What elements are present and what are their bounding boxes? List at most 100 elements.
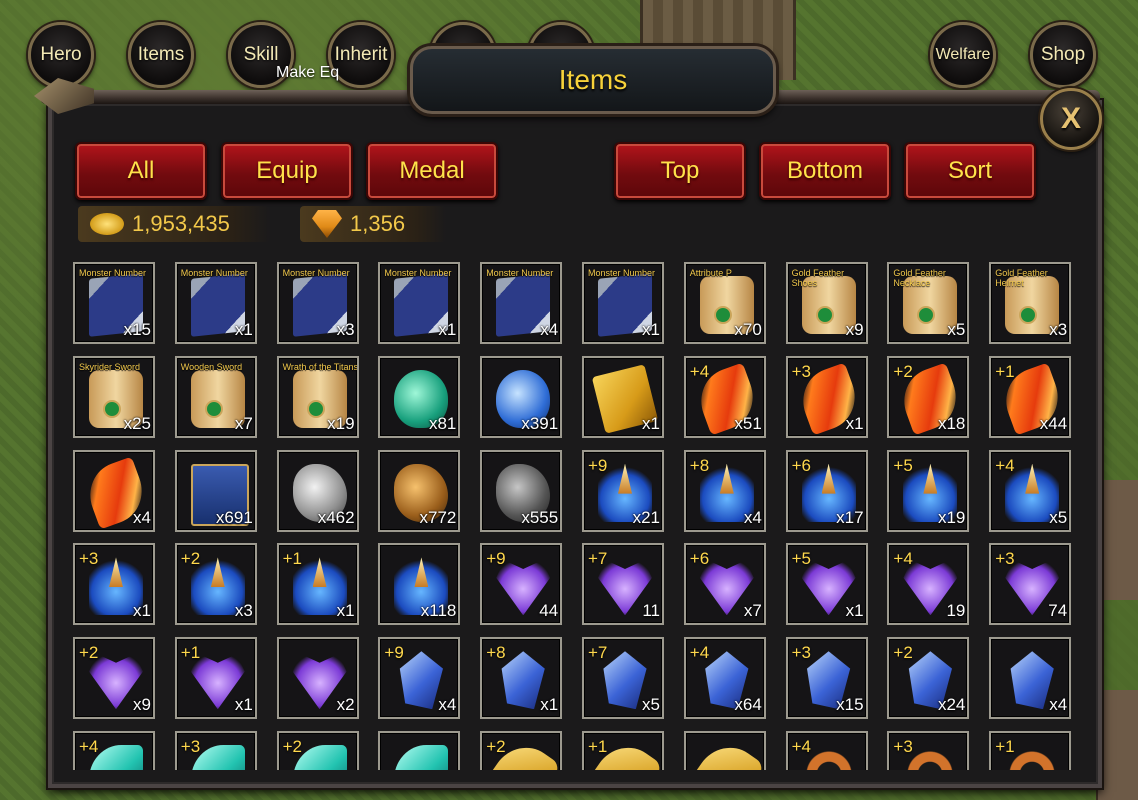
nav-inherit-label: Inherit: [334, 44, 388, 65]
bottom-button[interactable]: Bottom: [759, 142, 891, 200]
item-level: +4: [79, 737, 99, 756]
item-slot[interactable]: Gold Feather Shoes x9: [785, 262, 868, 344]
item-slot[interactable]: Monster Number x4: [480, 262, 563, 344]
item-slot[interactable]: +7 x5: [582, 637, 664, 720]
item-slot[interactable]: Wrath of the Titans x19: [276, 355, 359, 438]
bottom-label: Bottom: [786, 157, 864, 184]
item-slot[interactable]: +1: [989, 731, 1072, 770]
item-slot[interactable]: Gold Feather Necklace x5: [887, 262, 970, 344]
item-slot[interactable]: x81: [378, 355, 461, 438]
item-slot[interactable]: +3 74: [989, 543, 1072, 626]
item-slot[interactable]: +4 x5: [989, 449, 1072, 532]
filter-medal-button[interactable]: Medal: [366, 142, 498, 200]
item-slot[interactable]: +8 x4: [683, 449, 766, 532]
item-slot[interactable]: Skyrider Sword x25: [73, 355, 155, 438]
item-slot[interactable]: x4: [989, 637, 1072, 720]
item-slot[interactable]: +1 x1: [276, 543, 359, 626]
item-slot[interactable]: [683, 731, 766, 770]
item-level: +2: [486, 737, 506, 756]
item-slot[interactable]: x1: [582, 355, 664, 438]
item-slot[interactable]: +2: [480, 731, 563, 770]
gold-coin-icon: [90, 213, 124, 235]
item-slot[interactable]: +4: [73, 731, 155, 770]
nav-shop-button[interactable]: Shop: [1030, 22, 1096, 88]
item-slot[interactable]: +3 x1: [73, 543, 155, 626]
sort-button[interactable]: Sort: [904, 142, 1036, 200]
item-slot[interactable]: +3 x15: [785, 637, 868, 720]
nav-items-button[interactable]: Items: [128, 22, 194, 88]
item-slot[interactable]: Wooden Sword x7: [174, 355, 257, 438]
item-name: Monster Number: [180, 268, 248, 278]
item-slot[interactable]: +4 x51: [683, 355, 766, 438]
top-button[interactable]: Top: [614, 142, 746, 200]
item-slot[interactable]: +2: [276, 731, 359, 770]
item-slot[interactable]: +1: [582, 731, 664, 770]
item-slot[interactable]: +4 x64: [683, 637, 766, 720]
nav-hero-button[interactable]: Hero: [28, 22, 94, 88]
close-button[interactable]: X: [1040, 88, 1102, 150]
item-slot[interactable]: +3 x1: [785, 355, 868, 438]
item-slot[interactable]: Monster Number x1: [378, 262, 461, 344]
item-slot[interactable]: x4: [73, 449, 155, 532]
item-slot[interactable]: +2 x24: [887, 637, 970, 720]
item-slot[interactable]: Monster Number x1: [582, 262, 664, 344]
item-slot[interactable]: +1 x1: [174, 637, 257, 720]
item-slot[interactable]: +8 x1: [480, 637, 563, 720]
item-level: +7: [588, 549, 608, 569]
item-slot[interactable]: x2: [276, 637, 359, 720]
item-name: Monster Number: [384, 268, 452, 278]
nav-welfare-button[interactable]: Welfare: [930, 22, 996, 88]
item-level: +3: [893, 737, 913, 756]
item-slot[interactable]: x462: [276, 449, 359, 532]
item-slot[interactable]: +7 11: [582, 543, 664, 626]
item-quantity: x5: [642, 695, 660, 715]
item-slot[interactable]: Monster Number x3: [276, 262, 359, 344]
item-name: Gold Feather Shoes: [791, 268, 845, 288]
item-slot[interactable]: Monster Number x1: [174, 262, 257, 344]
item-slot[interactable]: +9 x4: [378, 637, 461, 720]
item-slot[interactable]: x772: [378, 449, 461, 532]
item-quantity: x44: [1039, 413, 1068, 433]
item-slot[interactable]: x391: [480, 355, 563, 438]
item-slot[interactable]: +2 x9: [73, 637, 155, 720]
item-slot[interactable]: +3: [174, 731, 257, 770]
item-quantity: x19: [937, 507, 966, 527]
item-slot[interactable]: +2 x18: [887, 355, 970, 438]
item-slot[interactable]: +4 19: [887, 543, 970, 626]
item-slot[interactable]: x691: [174, 449, 257, 532]
item-name: Skyrider Sword: [79, 361, 141, 372]
item-slot[interactable]: +9 x21: [582, 449, 664, 532]
item-slot[interactable]: +6 x17: [785, 449, 868, 532]
item-level: +7: [588, 643, 608, 663]
item-level: +1: [588, 737, 608, 756]
item-slot[interactable]: +2 x3: [174, 543, 257, 626]
item-slot[interactable]: +9 44: [480, 543, 563, 626]
background-partial-text: Make Eq: [276, 64, 340, 81]
item-level: +3: [791, 643, 811, 663]
item-level: +3: [180, 737, 201, 756]
item-slot[interactable]: Gold Feather Helmet x3: [989, 262, 1072, 344]
item-slot[interactable]: +1 x44: [989, 355, 1072, 438]
item-slot[interactable]: [378, 731, 461, 770]
gold-counter: 1,953,435: [78, 206, 270, 242]
item-slot[interactable]: +4: [785, 731, 868, 770]
item-slot[interactable]: +5 x1: [785, 543, 868, 626]
item-quantity: x64: [734, 695, 762, 715]
item-quantity: x70: [734, 320, 762, 339]
item-level: +9: [384, 643, 404, 663]
item-slot[interactable]: +5 x19: [887, 449, 970, 532]
item-quantity: x1: [438, 320, 457, 339]
item-slot[interactable]: x555: [480, 449, 563, 532]
nav-skill-label: Skill: [243, 44, 279, 65]
item-slot[interactable]: Attribute P x70: [683, 262, 766, 344]
item-slot[interactable]: x118: [378, 543, 461, 626]
item-quantity: x21: [632, 507, 660, 527]
filter-equip-button[interactable]: Equip: [221, 142, 353, 200]
item-slot[interactable]: +3: [887, 731, 970, 770]
filter-all-button[interactable]: All: [75, 142, 207, 200]
nav-welfare-label: Welfare: [935, 46, 991, 63]
item-slot[interactable]: Monster Number x15: [73, 262, 155, 344]
item-quantity: x1: [234, 320, 253, 339]
item-level: +8: [689, 455, 710, 475]
item-slot[interactable]: +6 x7: [683, 543, 766, 626]
